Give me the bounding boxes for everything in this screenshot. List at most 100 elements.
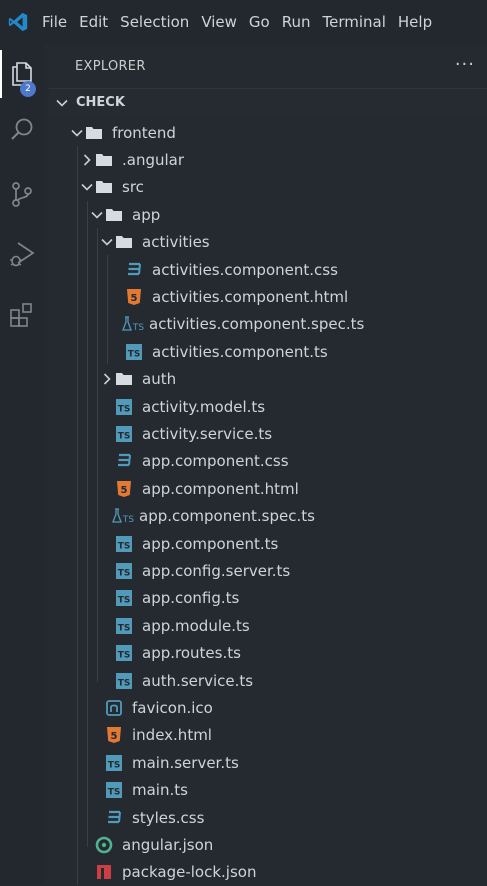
tree-file-row[interactable]: 5 index.html	[49, 722, 487, 749]
tree-item-label: index.html	[132, 726, 212, 745]
svg-text:5: 5	[121, 485, 128, 496]
search-icon	[11, 118, 33, 140]
svg-text:TS: TS	[118, 623, 131, 633]
more-actions-button[interactable]: ···	[455, 54, 475, 75]
activity-bar: 2	[0, 44, 44, 885]
tree-item-label: auth	[142, 370, 177, 389]
html-file-icon: 5	[115, 480, 133, 498]
tree-folder-row[interactable]: src	[49, 174, 487, 201]
tree-item-label: app	[132, 205, 161, 224]
tree-file-row[interactable]: TS main.ts	[49, 777, 487, 804]
tree-item-label: package-lock.json	[122, 863, 257, 882]
typescript-file-icon: TS	[115, 589, 133, 607]
tree-item-label: app.component.ts	[142, 534, 279, 553]
tree-file-row[interactable]: favicon.ico	[49, 694, 487, 721]
folder-icon	[85, 124, 103, 142]
typescript-file-icon: TS	[115, 535, 133, 553]
tree-folder-row[interactable]: auth	[49, 366, 487, 393]
tree-item-label: auth.service.ts	[142, 671, 254, 690]
explorer-badge: 2	[20, 81, 36, 97]
workspace-section-title: CHECK	[76, 95, 125, 110]
tree-folder-row[interactable]: .angular	[49, 146, 487, 173]
svg-text:TS: TS	[128, 349, 141, 359]
tree-file-row[interactable]: styles.css	[49, 804, 487, 831]
svg-text:TS: TS	[118, 650, 131, 660]
chevron-right-icon	[79, 152, 95, 168]
test-file-icon: TS	[122, 315, 146, 333]
tree-item-label: main.ts	[132, 781, 188, 800]
tree-file-row[interactable]: TS activity.service.ts	[49, 420, 487, 447]
tree-file-row[interactable]: TS app.config.server.ts	[49, 557, 487, 584]
tree-file-row[interactable]: TS activities.component.ts	[49, 338, 487, 365]
search-activity-button[interactable]	[0, 106, 44, 154]
tree-item-label: angular.json	[122, 835, 214, 854]
css-file-icon	[105, 809, 123, 827]
menu-selection[interactable]: Selection	[120, 13, 189, 31]
source-control-activity-button[interactable]	[0, 170, 44, 218]
menu-edit[interactable]: Edit	[79, 13, 108, 31]
tree-file-row[interactable]: package-lock.json	[49, 859, 487, 886]
tree-file-row[interactable]: app.component.css	[49, 448, 487, 475]
run-debug-activity-button[interactable]	[0, 230, 44, 278]
extensions-icon	[10, 303, 32, 327]
tree-item-label: .angular	[122, 150, 185, 169]
tree-file-row[interactable]: TS app.config.ts	[49, 585, 487, 612]
tree-item-label: activity.service.ts	[142, 424, 273, 443]
tree-folder-row[interactable]: activities	[49, 229, 487, 256]
tree-file-row[interactable]: 5 activities.component.html	[49, 283, 487, 310]
tree-file-row[interactable]: TS app.component.spec.ts	[49, 503, 487, 530]
tree-folder-row[interactable]: app	[49, 201, 487, 228]
tree-item-label: frontend	[112, 123, 176, 142]
svg-text:TS: TS	[118, 404, 131, 414]
svg-text:TS: TS	[132, 323, 144, 333]
explorer-activity-button[interactable]: 2	[0, 50, 44, 98]
svg-text:TS: TS	[122, 515, 134, 525]
tree-file-row[interactable]: TS main.server.ts	[49, 749, 487, 776]
menu-file[interactable]: File	[42, 13, 67, 31]
angular-file-icon	[95, 836, 113, 854]
tree-file-row[interactable]: TS app.component.ts	[49, 530, 487, 557]
tree-item-label: app.config.server.ts	[142, 561, 291, 580]
menu-bar: File Edit Selection View Go Run Terminal…	[0, 0, 487, 44]
tree-file-row[interactable]: TS activities.component.spec.ts	[49, 311, 487, 338]
tree-file-row[interactable]: angular.json	[49, 831, 487, 858]
typescript-file-icon: TS	[115, 425, 133, 443]
tree-item-label: activities.component.ts	[152, 342, 328, 361]
tree-item-label: activity.model.ts	[142, 397, 266, 416]
tree-file-row[interactable]: TS app.module.ts	[49, 612, 487, 639]
menu-go[interactable]: Go	[249, 13, 270, 31]
tree-item-label: styles.css	[132, 808, 205, 827]
css-file-icon	[125, 261, 143, 279]
typescript-file-icon: TS	[115, 617, 133, 635]
tree-file-row[interactable]: TS app.routes.ts	[49, 640, 487, 667]
menu-run[interactable]: Run	[282, 13, 311, 31]
menu-view[interactable]: View	[201, 13, 237, 31]
extensions-activity-button[interactable]	[0, 290, 44, 338]
tree-item-label: main.server.ts	[132, 753, 239, 772]
workspace-section-header[interactable]: CHECK	[49, 88, 487, 116]
tree-file-row[interactable]: activities.component.css	[49, 256, 487, 283]
file-tree: frontend .angular src app activities activiti…	[49, 119, 487, 885]
tree-folder-row[interactable]: frontend	[49, 119, 487, 146]
tree-file-row[interactable]: TS activity.model.ts	[49, 393, 487, 420]
menu-terminal[interactable]: Terminal	[323, 13, 386, 31]
menu-help[interactable]: Help	[398, 13, 432, 31]
tree-file-row[interactable]: TS auth.service.ts	[49, 667, 487, 694]
tree-file-row[interactable]: 5 app.component.html	[49, 475, 487, 502]
folder-icon	[95, 178, 113, 196]
css-file-icon	[115, 452, 133, 470]
typescript-file-icon: TS	[105, 781, 123, 799]
vscode-logo-icon	[0, 0, 36, 44]
npm-file-icon	[95, 863, 113, 881]
explorer-header: EXPLORER ···	[49, 44, 487, 88]
